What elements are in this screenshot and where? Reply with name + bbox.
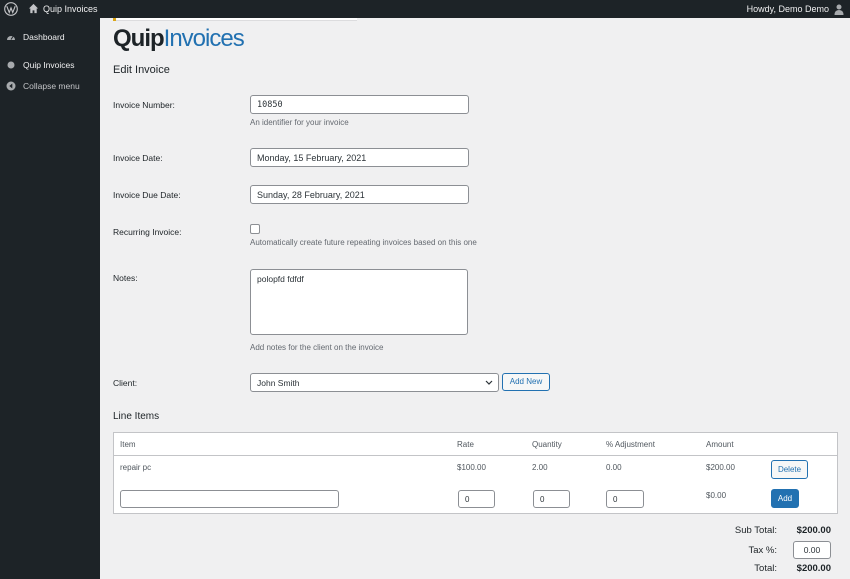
new-item-name-input[interactable] (120, 490, 339, 508)
column-header-item: Item (120, 440, 136, 449)
row-quantity: 2.00 (532, 463, 548, 472)
new-adjustment-input[interactable]: 0 (606, 490, 644, 508)
chevron-down-icon (485, 380, 493, 385)
row-item-name: repair pc (120, 463, 152, 472)
recurring-checkbox[interactable] (250, 224, 260, 234)
client-label: Client: (113, 378, 138, 388)
recurring-label: Recurring Invoice: (113, 227, 182, 237)
logo-part-quip: Quip (113, 25, 165, 52)
client-select[interactable]: John Smith (250, 373, 499, 392)
row-amount: $200.00 (706, 463, 735, 472)
new-amount: $0.00 (706, 491, 727, 500)
sidebar-item-label: Dashboard (23, 32, 65, 42)
circle-icon (7, 61, 15, 69)
admin-sidebar: Dashboard Quip Invoices Collapse menu (0, 18, 100, 579)
sidebar-item-label: Collapse menu (23, 81, 80, 91)
new-quantity-input[interactable]: 0 (533, 490, 570, 508)
line-items-table: Item Rate Quantity % Adjustment Amount r… (113, 432, 838, 514)
invoice-number-input[interactable]: 10850 (250, 95, 469, 114)
delete-line-button[interactable]: Delete (771, 460, 808, 479)
new-rate-input[interactable]: 0 (458, 490, 495, 508)
total-label: Total: (754, 563, 777, 574)
row-adjustment: 0.00 (606, 463, 622, 472)
quip-invoices-logo: QuipInvoices (113, 25, 245, 53)
invoice-date-label: Invoice Date: (113, 153, 163, 163)
line-items-heading: Line Items (113, 411, 160, 422)
subtotal-label: Sub Total: (734, 525, 777, 536)
site-name-link[interactable]: Quip Invoices (43, 4, 98, 14)
row-rate: $100.00 (457, 463, 486, 472)
sidebar-item-label: Quip Invoices (23, 60, 75, 70)
collapse-icon (6, 81, 16, 91)
admin-bar: Quip Invoices Howdy, Demo Demo (0, 0, 850, 18)
logo-part-invoices: Invoices (163, 25, 245, 52)
invoice-number-label: Invoice Number: (113, 100, 175, 110)
add-new-client-button[interactable]: Add New (502, 373, 550, 391)
notice-strip (113, 18, 357, 21)
column-header-adjustment: % Adjustment (606, 440, 655, 449)
wordpress-logo-icon[interactable] (4, 2, 18, 16)
column-header-quantity: Quantity (532, 440, 562, 449)
sidebar-collapse-menu[interactable]: Collapse menu (0, 76, 100, 96)
home-icon[interactable] (28, 3, 39, 14)
notes-textarea[interactable]: polopfd fdfdf (250, 269, 468, 335)
client-selected-value: John Smith (257, 378, 300, 388)
total-value: $200.00 (796, 563, 831, 574)
due-date-label: Invoice Due Date: (113, 190, 181, 200)
column-header-rate: Rate (457, 440, 474, 449)
table-header-divider (114, 455, 837, 456)
column-header-amount: Amount (706, 440, 734, 449)
notes-label: Notes: (113, 273, 138, 283)
add-line-button[interactable]: Add (771, 489, 799, 508)
sidebar-item-quip-invoices[interactable]: Quip Invoices (0, 55, 100, 75)
howdy-user-link[interactable]: Howdy, Demo Demo (747, 4, 829, 14)
invoice-date-input[interactable]: Monday, 15 February, 2021 (250, 148, 469, 167)
sidebar-item-dashboard[interactable]: Dashboard (0, 27, 100, 47)
user-avatar-icon[interactable] (834, 4, 844, 15)
due-date-input[interactable]: Sunday, 28 February, 2021 (250, 185, 469, 204)
notes-hint: Add notes for the client on the invoice (250, 343, 384, 352)
tax-label: Tax %: (748, 545, 777, 556)
invoice-number-hint: An identifier for your invoice (250, 118, 349, 127)
tax-percent-input[interactable]: 0.00 (793, 541, 831, 559)
page-title: Edit Invoice (113, 64, 170, 76)
subtotal-value: $200.00 (796, 525, 831, 536)
recurring-hint: Automatically create future repeating in… (250, 238, 477, 247)
dashboard-icon (7, 36, 15, 40)
